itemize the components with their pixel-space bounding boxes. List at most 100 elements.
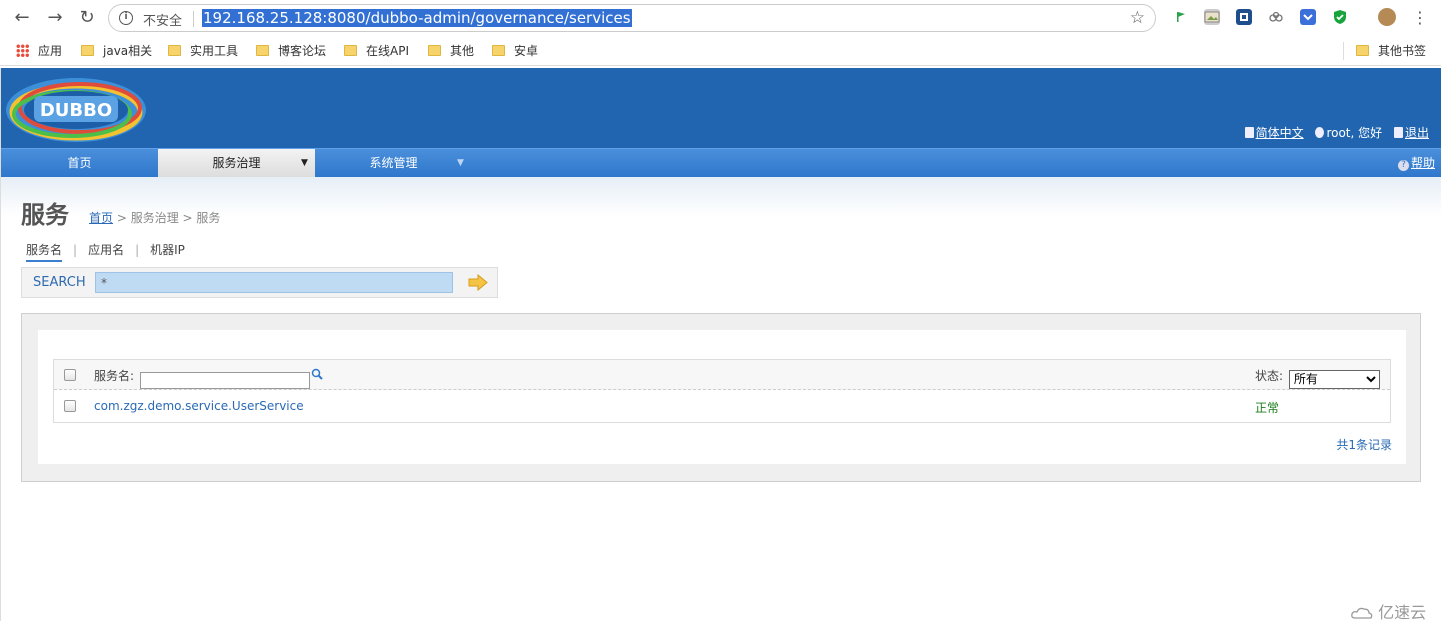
bookmark-tools[interactable]: 实用工具: [168, 42, 238, 60]
extension-shield-icon[interactable]: [1332, 9, 1348, 25]
tab-divider: |: [73, 243, 78, 257]
bookmarks-divider: [1343, 42, 1344, 60]
dropdown-caret-icon: ▼: [301, 158, 308, 168]
document-icon: [1244, 127, 1254, 138]
bookmark-label: 在线API: [366, 44, 409, 58]
select-all-checkbox[interactable]: [64, 369, 76, 381]
folder-icon: [256, 45, 269, 56]
service-filter-label: 服务名:: [94, 369, 135, 383]
extension-check-icon[interactable]: [1300, 9, 1316, 25]
user-icon: [1315, 127, 1325, 138]
status-filter: 状态: 所有: [1255, 367, 1380, 389]
dropdown-caret-icon: ▼: [457, 158, 464, 168]
bookmark-label: 其他: [450, 44, 475, 58]
omnibox-separator: [193, 11, 194, 27]
bookmark-blogs[interactable]: 博客论坛: [256, 42, 326, 60]
status-filter-label: 状态:: [1255, 369, 1284, 383]
folder-icon: [344, 45, 357, 56]
folder-icon: [428, 45, 441, 56]
nav-service-governance-label: 服务治理: [212, 156, 261, 170]
bookmark-label: 博客论坛: [278, 44, 327, 58]
services-table: 服务名: 状态: 所有 com.zgz.demo.service.UserSer…: [53, 359, 1391, 423]
service-name-link[interactable]: com.zgz.demo.service.UserService: [94, 399, 304, 413]
url-text[interactable]: 192.168.25.128:8080/dubbo-admin/governan…: [202, 9, 632, 27]
browser-toolbar: ← → ↻ i 不安全 192.168.25.128:8080/dubbo-ad…: [0, 0, 1441, 36]
bookmark-label: 安卓: [514, 44, 539, 58]
help-icon: ?: [1397, 160, 1409, 171]
logout-link[interactable]: 退出: [1393, 126, 1429, 140]
breadcrumb: 首页 > 服务治理 > 服务: [89, 209, 220, 226]
address-bar[interactable]: i 不安全 192.168.25.128:8080/dubbo-admin/go…: [108, 4, 1156, 32]
apps-grid-icon: [16, 44, 29, 57]
page-title: 服务: [21, 201, 69, 229]
results-inner: 服务名: 状态: 所有 com.zgz.demo.service.UserSer…: [38, 330, 1406, 464]
breadcrumb-rest: > 服务治理 > 服务: [113, 211, 221, 225]
insecure-label[interactable]: 不安全: [143, 10, 182, 29]
service-filter-input[interactable]: [139, 372, 310, 389]
info-icon[interactable]: i: [119, 11, 133, 25]
user-bar: 简体中文 root, 您好 退出: [1237, 124, 1429, 141]
user-greeting: root, 您好: [1315, 126, 1382, 140]
watermark-text: 亿速云: [1378, 603, 1427, 621]
bookmark-apps[interactable]: 应用: [16, 42, 62, 60]
breadcrumb-home[interactable]: 首页: [89, 211, 113, 225]
cloud-logo-icon: [1351, 607, 1373, 619]
tab-machine-ip[interactable]: 机器IP: [150, 241, 185, 258]
nav-system-management-label: 系统管理: [369, 156, 418, 170]
search-box: SEARCH: [21, 267, 498, 298]
bookmark-other[interactable]: 其他: [428, 42, 474, 60]
bookmark-label: java相关: [103, 44, 153, 58]
bookmark-android[interactable]: 安卓: [492, 42, 538, 60]
left-edge: [0, 68, 1, 621]
search-icon[interactable]: [311, 368, 323, 380]
help-link[interactable]: ? 帮助: [1397, 149, 1435, 178]
back-icon[interactable]: ←: [12, 8, 32, 28]
table-header-row: 服务名: 状态: 所有: [54, 360, 1390, 390]
search-go-arrow-icon[interactable]: [468, 274, 488, 291]
language-switch[interactable]: 简体中文: [1244, 126, 1304, 140]
folder-icon: [1356, 45, 1369, 56]
bookmark-java[interactable]: java相关: [81, 42, 152, 60]
watermark: 亿速云: [1351, 599, 1426, 621]
bookmark-label: 应用: [38, 44, 63, 58]
reload-icon[interactable]: ↻: [77, 8, 97, 28]
results-panel: 服务名: 状态: 所有 com.zgz.demo.service.UserSer…: [21, 313, 1421, 482]
nav-system-management[interactable]: 系统管理 ▼: [315, 149, 472, 178]
table-row: com.zgz.demo.service.UserService 正常: [54, 390, 1390, 422]
row-checkbox[interactable]: [64, 400, 76, 412]
menu-dots-icon[interactable]: ⋮: [1410, 8, 1430, 28]
logo-text: DUBBO: [40, 100, 112, 121]
user-greeting-label: root, 您好: [1326, 126, 1383, 140]
help-label[interactable]: 帮助: [1411, 156, 1435, 170]
folder-icon: [168, 45, 181, 56]
bookmark-other-bookmarks[interactable]: 其他书签: [1356, 42, 1426, 60]
extension-image-icon[interactable]: [1204, 9, 1220, 25]
folder-icon: [81, 45, 94, 56]
nav-home[interactable]: 首页: [1, 149, 158, 178]
logout-label[interactable]: 退出: [1405, 126, 1429, 140]
service-filter: 服务名:: [94, 367, 310, 389]
folder-icon: [492, 45, 505, 56]
status-select[interactable]: 所有: [1288, 369, 1380, 389]
language-label[interactable]: 简体中文: [1256, 126, 1304, 140]
status-badge: 正常: [1255, 401, 1280, 415]
extension-green-flag-icon[interactable]: [1173, 9, 1189, 25]
main-nav: 首页 服务治理 ▼ 系统管理 ▼ ? 帮助: [1, 148, 1441, 178]
bookmark-star-icon[interactable]: ☆: [1130, 8, 1145, 28]
bookmark-api[interactable]: 在线API: [344, 42, 409, 60]
profile-avatar[interactable]: [1378, 8, 1396, 26]
tab-application-name[interactable]: 应用名: [88, 241, 124, 258]
extension-blue-square-icon[interactable]: [1236, 9, 1252, 25]
search-label: SEARCH: [33, 275, 86, 290]
nav-service-governance[interactable]: 服务治理 ▼: [158, 149, 315, 178]
app-header: DUBBO 简体中文 root, 您好 退出: [1, 68, 1441, 148]
tab-service-name[interactable]: 服务名: [26, 241, 63, 262]
search-input[interactable]: [95, 272, 453, 293]
dubbo-logo: DUBBO: [6, 78, 146, 142]
tab-divider: |: [135, 243, 140, 257]
extension-cloud-icon[interactable]: [1268, 9, 1284, 25]
search-tabs: 服务名 | 应用名 | 机器IP: [26, 241, 185, 262]
bookmark-label: 其他书签: [1378, 44, 1427, 58]
record-count: 共1条记录: [1336, 438, 1392, 452]
forward-icon[interactable]: →: [45, 8, 65, 28]
